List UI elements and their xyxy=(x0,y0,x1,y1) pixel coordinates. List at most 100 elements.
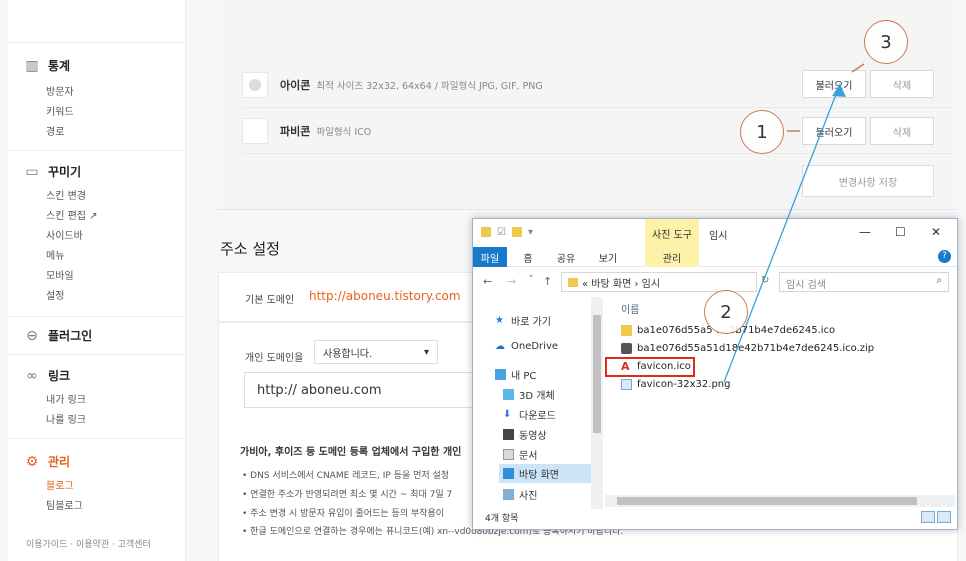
nav-item-3d-objects[interactable]: 3D 개체 xyxy=(503,387,555,402)
gear-icon: ⚙ xyxy=(25,453,39,470)
personal-domain-input[interactable]: http:// aboneu.com xyxy=(244,372,504,408)
tab-file[interactable]: 파일 xyxy=(473,247,507,267)
admin-sidebar: ▥ 통계 방문자 키워드 경로 ▭ 꾸미기 스킨 변경 스킨 편집 ↗ 사이드바 메… xyxy=(8,0,186,561)
icon-load-button[interactable]: 불러오기 xyxy=(802,70,866,98)
sidebar-group-design: ▭ 꾸미기 스킨 변경 스킨 편집 ↗ 사이드바 메뉴 모바일 설정 xyxy=(8,150,186,316)
layout-icon: ▭ xyxy=(25,163,39,180)
sidebar-item-skin-change[interactable]: 스킨 변경 xyxy=(46,187,86,202)
forward-icon[interactable]: → xyxy=(507,275,516,288)
tab-view[interactable]: 보기 xyxy=(595,247,621,267)
sidebar-item-stats[interactable]: ▥ 통계 xyxy=(24,57,70,74)
default-domain-label: 기본 도메인 xyxy=(245,295,295,306)
nav-item-onedrive[interactable]: ☁ OneDrive xyxy=(495,341,558,352)
large-icons-view-icon[interactable] xyxy=(937,511,951,523)
navigation-pane: ★ 바로 가기 ☁ OneDrive 내 PC 3D 개체 ⬇ 다운로드 동영상 문서… xyxy=(473,297,605,511)
up-icon[interactable]: ↑ xyxy=(543,275,552,288)
folder-icon xyxy=(511,227,522,237)
icon-thumbnail xyxy=(242,71,268,98)
domain-note-item: • 주소 변경 시 방문자 유입이 줄어드는 등의 부작용이 xyxy=(242,509,445,519)
star-icon: ★ xyxy=(495,315,504,326)
tab-manage[interactable]: 관리 xyxy=(645,247,699,267)
sidebar-item-visitors[interactable]: 방문자 xyxy=(46,83,74,98)
sidebar-item-plugin[interactable]: ⊖ 플러그인 xyxy=(24,327,92,344)
domain-note-item: • DNS 서비스에서 CNAME 레코드, IP 등을 먼저 설정 xyxy=(242,471,450,481)
annotation-step-3: 3 xyxy=(864,20,908,64)
nav-item-downloads[interactable]: ⬇ 다운로드 xyxy=(503,407,556,422)
favicon-load-button[interactable]: 불러오기 xyxy=(802,117,866,145)
image-file-icon xyxy=(621,379,632,390)
sidebar-item-sidebar[interactable]: 사이드바 xyxy=(46,227,83,242)
blog-admin-page: ▥ 통계 방문자 키워드 경로 ▭ 꾸미기 스킨 변경 스킨 편집 ↗ 사이드바 메… xyxy=(0,0,966,561)
icon-settings-card: 아이콘 최적 사이즈 32x32, 64x64 / 파일형식 JPG, GIF,… xyxy=(218,0,958,210)
icon-delete-button[interactable]: 삭제 xyxy=(870,70,934,98)
nav-item-this-pc[interactable]: 내 PC xyxy=(495,367,536,382)
view-toggle xyxy=(921,511,951,523)
link-icon: ∞ xyxy=(26,367,38,384)
path-box[interactable]: « 바탕 화면 › 임시 xyxy=(561,272,757,292)
video-icon xyxy=(503,429,514,440)
sidebar-item-blog[interactable]: 블로그 xyxy=(46,477,74,492)
folder-icon xyxy=(481,227,491,237)
recent-chevron-icon[interactable]: ˅ xyxy=(529,275,534,285)
zip-icon xyxy=(621,343,632,354)
nav-item-videos[interactable]: 동영상 xyxy=(503,427,547,442)
picture-icon xyxy=(503,489,514,500)
picture-tools-tab[interactable]: 사진 도구 xyxy=(645,219,699,247)
sidebar-item-design[interactable]: ▭ 꾸미기 xyxy=(24,163,81,180)
scrollbar-thumb[interactable] xyxy=(593,315,601,433)
sidebar-item-team-blog[interactable]: 팀블로그 xyxy=(46,497,83,512)
checkbox-icon: ☑ xyxy=(497,227,506,238)
dropdown-icon: ▾ xyxy=(527,227,533,238)
sidebar-footer-links[interactable]: 이용가이드 · 이용약관 · 고객센터 xyxy=(26,537,151,550)
back-icon[interactable]: ← xyxy=(483,275,492,288)
scrollbar-thumb[interactable] xyxy=(617,497,917,505)
favicon-delete-button[interactable]: 삭제 xyxy=(870,117,934,145)
minimize-icon[interactable]: — xyxy=(859,225,871,239)
maximize-icon[interactable]: ☐ xyxy=(895,225,906,239)
sidebar-item-links-to-me[interactable]: 나를 링크 xyxy=(46,411,86,426)
window-title: 임시 xyxy=(709,231,728,242)
favicon-highlight-box xyxy=(605,357,695,377)
help-icon[interactable]: ? xyxy=(938,250,951,263)
close-icon[interactable]: ✕ xyxy=(931,225,941,239)
default-domain-link[interactable]: http://aboneu.tistory.com xyxy=(309,289,461,303)
sidebar-item-paths[interactable]: 경로 xyxy=(46,123,64,138)
desktop-icon xyxy=(503,468,514,479)
sidebar-item-skin-edit[interactable]: 스킨 편집 ↗ xyxy=(46,207,98,222)
sidebar-group-link: ∞ 링크 내가 링크 나를 링크 xyxy=(8,354,186,438)
sidebar-item-settings[interactable]: 설정 xyxy=(46,287,64,302)
bar-chart-icon: ▥ xyxy=(25,57,39,74)
annotation-step-2: 2 xyxy=(704,290,748,334)
sidebar-item-manage[interactable]: ⚙ 관리 xyxy=(24,453,70,470)
search-input[interactable]: 임시 검색 ⌕ xyxy=(779,272,949,292)
sidebar-item-my-links[interactable]: 내가 링크 xyxy=(46,391,86,406)
sidebar-item-link[interactable]: ∞ 링크 xyxy=(24,367,70,384)
file-explorer-window: ☑ ▾ 사진 도구 임시 — ☐ ✕ 파일 홈 공유 보기 관리 ? ← → ˅ … xyxy=(472,218,958,530)
nav-item-pictures[interactable]: 사진 xyxy=(503,487,537,502)
favicon-row-title: 파비콘 xyxy=(280,124,311,138)
sidebar-item-keywords[interactable]: 키워드 xyxy=(46,103,74,118)
cloud-icon: ☁ xyxy=(495,341,505,352)
download-icon: ⬇ xyxy=(503,409,512,420)
plugin-icon: ⊖ xyxy=(26,327,38,344)
tab-home[interactable]: 홈 xyxy=(517,247,539,267)
column-header-name[interactable]: 이름 xyxy=(621,301,639,316)
tab-share[interactable]: 공유 xyxy=(553,247,579,267)
horizontal-scrollbar[interactable] xyxy=(605,495,955,507)
nav-item-quick-access[interactable]: ★ 바로 가기 xyxy=(495,313,551,328)
details-view-icon[interactable] xyxy=(921,511,935,523)
personal-domain-label: 개인 도메인을 xyxy=(245,353,304,364)
sidebar-item-mobile[interactable]: 모바일 xyxy=(46,267,74,282)
file-item[interactable]: ba1e076d55a51d18e42b71b4e7de6245.ico.zip xyxy=(621,343,874,354)
file-item[interactable]: favicon-32x32.png xyxy=(621,379,731,390)
nav-item-documents[interactable]: 문서 xyxy=(503,447,537,462)
folder-icon xyxy=(621,325,632,336)
save-changes-button[interactable]: 변경사항 저장 xyxy=(802,165,934,197)
sidebar-item-menu[interactable]: 메뉴 xyxy=(46,247,64,262)
nav-pane-scrollbar[interactable] xyxy=(591,297,603,509)
sidebar-group-plugin: ⊖ 플러그인 xyxy=(8,316,186,354)
refresh-icon[interactable]: ↻ xyxy=(761,275,769,286)
nav-item-desktop[interactable]: 바탕 화면 xyxy=(499,464,597,483)
quick-access-toolbar[interactable]: ☑ ▾ xyxy=(481,227,533,238)
personal-domain-select[interactable]: 사용합니다. ▾ xyxy=(314,340,438,364)
